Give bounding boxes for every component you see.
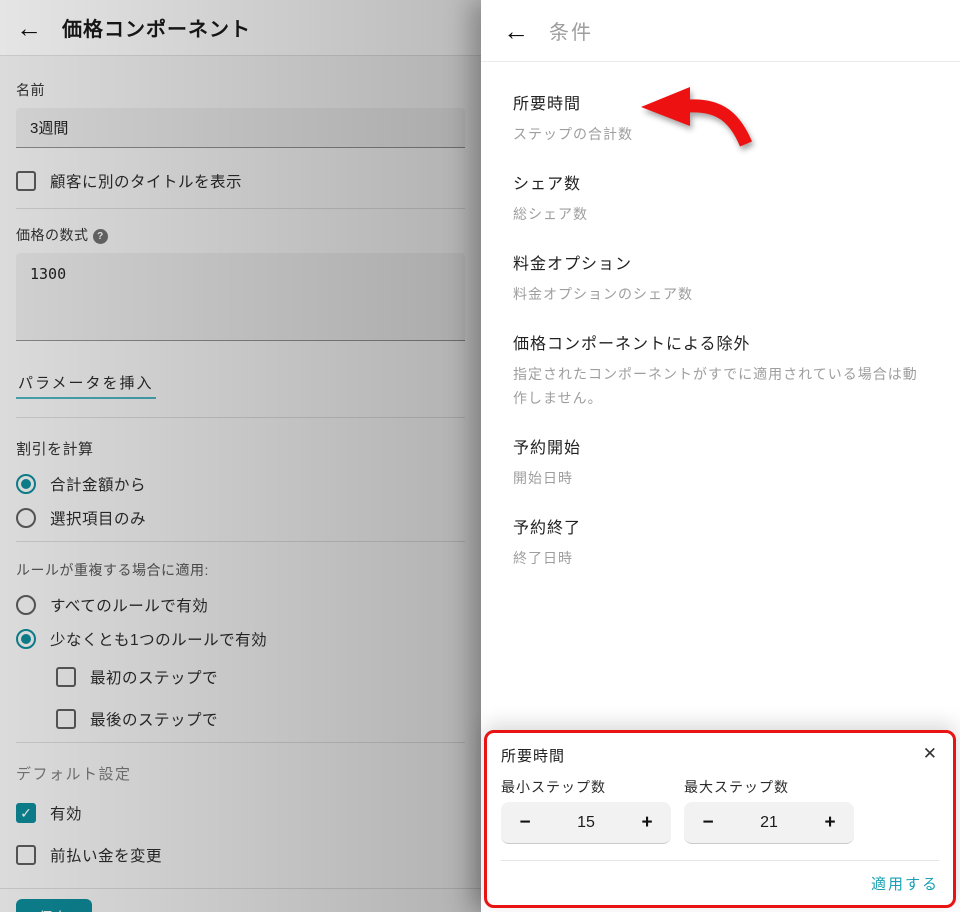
last-step-label: 最後のステップで [90,712,219,729]
min-steps-stepper: − 15 + [501,802,671,844]
condition-subtitle: ステップの合計数 [513,126,633,142]
radio-all-rules[interactable] [16,595,36,615]
radio-total-amount-label: 合計金額から [50,477,147,494]
min-steps-group: 最小ステップ数 − 15 + [501,778,671,844]
left-footer: 保存 [0,888,481,912]
condition-title: シェア数 [513,176,582,193]
formula-label: 価格の数式 ? [16,225,465,245]
condition-subtitle: 総シェア数 [513,206,588,222]
checkbox-row-last-step[interactable]: ✓ 最後のステップで [56,708,465,730]
modal-title: 所要時間 [501,748,566,765]
check-icon: ✓ [20,848,32,862]
min-steps-value[interactable]: 15 [549,814,623,832]
condition-subtitle: 料金オプションのシェア数 [513,286,693,302]
screen: ← 価格コンポーネント 名前 ✓ 顧客に別のタイトルを表示 価格の数式 ? 13… [0,0,960,912]
check-icon: ✓ [20,174,32,188]
help-icon[interactable]: ? [92,229,108,244]
min-increment-button[interactable]: + [623,812,671,834]
radio-all-rules-label: すべてのルールで有効 [50,598,209,615]
discount-section-label: 割引を計算 [16,441,94,458]
radio-at-least-one-rule[interactable] [16,629,36,649]
change-prepayment-label: 前払い金を変更 [50,848,163,865]
back-icon[interactable]: ← [16,15,42,41]
name-input[interactable] [16,108,465,148]
formula-input[interactable]: 1300 [16,253,465,341]
radio-row-all-rules[interactable]: すべてのルールで有効 [16,594,465,616]
overlap-section-label: ルールが重複する場合に適用: [16,562,209,578]
drawer-back-icon[interactable]: ← [503,18,529,44]
checkbox-row-change-prepayment[interactable]: ✓ 前払い金を変更 [16,844,465,866]
radio-selected-items-label: 選択項目のみ [50,511,147,528]
radio-row-total-amount[interactable]: 合計金額から [16,473,465,495]
left-content: 名前 ✓ 顧客に別のタイトルを表示 価格の数式 ? 1300 パラメータを挿入 … [0,56,481,888]
condition-title: 料金オプション [513,256,633,273]
duration-modal: 所要時間 ✕ 最小ステップ数 − 15 + 最大ステップ数 − 21 + 適用す… [484,730,956,908]
defaults-section: デフォルト設定 ✓ 有効 ✓ 前払い金を変更 [16,743,465,888]
radio-selected-items[interactable] [16,508,36,528]
checkbox-row-enabled[interactable]: ✓ 有効 [16,802,465,824]
radio-row-at-least-one-rule[interactable]: 少なくとも1つのルールで有効 [16,628,465,650]
max-increment-button[interactable]: + [806,812,854,834]
condition-item-exclusion[interactable]: 価格コンポーネントによる除外 指定されたコンポーネントがすでに適用されている場合… [513,334,928,410]
max-steps-group: 最大ステップ数 − 21 + [684,778,854,844]
condition-title: 価格コンポーネントによる除外 [513,336,751,353]
close-icon[interactable]: ✕ [921,745,939,762]
first-step-checkbox[interactable]: ✓ [56,667,76,687]
defaults-section-label: デフォルト設定 [16,766,132,783]
condition-item-rate-option[interactable]: 料金オプション 料金オプションのシェア数 [513,254,928,306]
condition-item-booking-start[interactable]: 予約開始 開始日時 [513,438,928,490]
discount-section: 割引を計算 合計金額から 選択項目のみ [16,418,465,542]
condition-subtitle: 終了日時 [513,550,573,566]
price-component-page: ← 価格コンポーネント 名前 ✓ 顧客に別のタイトルを表示 価格の数式 ? 13… [0,0,481,912]
save-button[interactable]: 保存 [16,899,93,912]
first-step-label: 最初のステップで [90,670,219,687]
condition-item-shares[interactable]: シェア数 総シェア数 [513,174,928,226]
max-steps-label: 最大ステップ数 [684,779,789,795]
stepper-columns: 最小ステップ数 − 15 + 最大ステップ数 − 21 + [501,778,939,844]
drawer-header: ← 条件 [481,0,960,62]
modal-title-row: 所要時間 ✕ [501,745,939,766]
modal-footer: 適用する [501,860,939,894]
check-icon: ✓ [60,712,72,726]
change-prepayment-checkbox[interactable]: ✓ [16,845,36,865]
alt-title-label: 顧客に別のタイトルを表示 [50,174,243,191]
condition-subtitle: 開始日時 [513,470,573,486]
insert-parameter-link[interactable]: パラメータを挿入 [16,372,156,399]
condition-title: 予約開始 [513,440,582,457]
radio-total-amount[interactable] [16,474,36,494]
page-title: 価格コンポーネント [62,19,251,41]
name-section: 名前 ✓ 顧客に別のタイトルを表示 [16,56,465,209]
conditions-list: 所要時間 ステップの合計数 シェア数 総シェア数 料金オプション 料金オプション… [481,62,960,570]
formula-section: 価格の数式 ? 1300 パラメータを挿入 [16,209,465,418]
max-decrement-button[interactable]: − [684,812,732,834]
condition-item-booking-end[interactable]: 予約終了 終了日時 [513,518,928,570]
apply-button[interactable]: 適用する [871,876,939,893]
condition-item-duration[interactable]: 所要時間 ステップの合計数 [513,94,928,146]
enabled-label: 有効 [50,806,83,823]
condition-title: 所要時間 [513,96,582,113]
left-header: ← 価格コンポーネント [0,0,481,56]
alt-title-checkbox[interactable]: ✓ [16,171,36,191]
condition-subtitle: 指定されたコンポーネントがすでに適用されている場合は動作しません。 [513,366,918,406]
min-decrement-button[interactable]: − [501,812,549,834]
max-steps-value[interactable]: 21 [732,814,806,832]
drawer-title: 条件 [549,22,593,44]
min-steps-label: 最小ステップ数 [501,779,606,795]
radio-row-selected-items[interactable]: 選択項目のみ [16,507,465,529]
enabled-checkbox[interactable]: ✓ [16,803,36,823]
max-steps-stepper: − 21 + [684,802,854,844]
overlap-section: ルールが重複する場合に適用: すべてのルールで有効 少なくとも1つのルールで有効… [16,542,465,743]
last-step-checkbox[interactable]: ✓ [56,709,76,729]
alt-title-checkbox-row[interactable]: ✓ 顧客に別のタイトルを表示 [16,170,465,192]
condition-title: 予約終了 [513,520,582,537]
radio-at-least-one-rule-label: 少なくとも1つのルールで有効 [50,632,268,649]
name-label: 名前 [16,82,45,98]
check-icon: ✓ [60,670,72,684]
check-icon: ✓ [20,805,32,821]
checkbox-row-first-step[interactable]: ✓ 最初のステップで [56,666,465,688]
